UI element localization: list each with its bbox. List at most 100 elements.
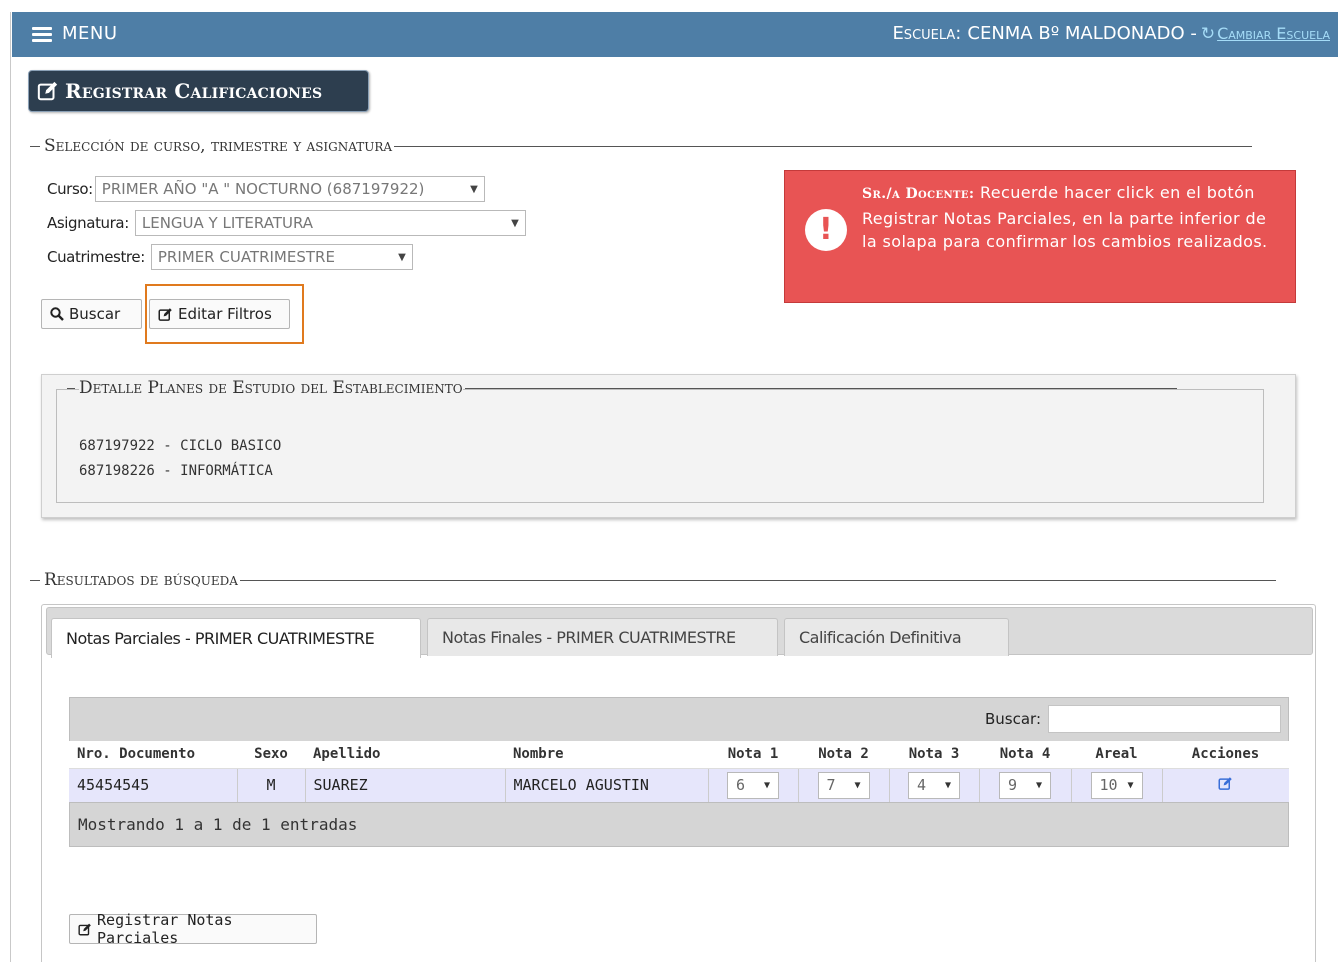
column-header[interactable]: Nombre [505,741,708,769]
cell-nota4: 9 ▼ [979,768,1072,803]
areal-value: 10 [1099,775,1118,794]
results-legend-text: Resultados de búsqueda [44,570,238,590]
edit-icon [37,81,58,101]
cell-nota2: 7 ▼ [798,768,890,803]
results-table-wrapper: Buscar: Nro. Documento Sexo Apellido Nom… [69,697,1289,847]
asignatura-label: Asignatura: [47,214,129,232]
results-legend: Resultados de búsqueda [30,570,1276,590]
chevron-down-icon: ▼ [1035,779,1042,791]
top-navbar: MENU Escuela: CENMA Bº MALDONADO - ↻ Cam… [12,12,1338,57]
curso-select[interactable]: PRIMER AÑO "A " NOCTURNO (687197922) ▼ [94,176,485,202]
tab-calificacion-definitiva[interactable]: Calificación Definitiva [784,618,1009,656]
asignatura-select-value: LENGUA Y LITERATURA [141,214,314,232]
results-panel: Notas Parciales - PRIMER CUATRIMESTRE No… [41,604,1316,962]
tab-label: Calificación Definitiva [799,628,962,647]
tab-notas-parciales[interactable]: Notas Parciales - PRIMER CUATRIMESTRE [51,618,421,658]
selection-legend: Selección de curso, trimestre y asignatu… [30,136,1253,156]
column-header[interactable]: Nro. Documento [69,741,237,769]
cell-nota3: 4 ▼ [889,768,980,803]
asignatura-row: Asignatura: LENGUA Y LITERATURA ▼ [47,210,526,236]
alert-title: Sr./a Docente: [862,186,975,202]
highlight-frame [145,284,304,344]
plan-item: 687197922 - CICLO BASICO [79,438,282,454]
table-footer: Mostrando 1 a 1 de 1 entradas [69,802,1289,847]
cell-sexo: M [237,768,306,803]
chevron-down-icon: ▼ [763,779,770,791]
search-icon [50,307,64,321]
page-title: Registrar Calificaciones [28,70,369,112]
plans-legend: Detalle Planes de Estudio del Establecim… [67,378,1177,398]
registrar-notas-parciales-button[interactable]: Registrar Notas Parciales [69,911,317,947]
cuatrimestre-label: Cuatrimestre: [47,248,145,266]
cell-apellido: SUAREZ [305,768,506,803]
docente-alert: ! Sr./a Docente: Recuerde hacer click en… [784,170,1296,303]
school-name: CENMA Bº MALDONADO - [967,23,1197,44]
column-header[interactable]: Nota 1 [708,741,798,769]
nota3-value: 4 [917,775,927,794]
cell-acciones [1162,768,1289,803]
edit-icon[interactable] [1218,776,1233,791]
plans-panel: Detalle Planes de Estudio del Establecim… [41,374,1296,518]
nota3-select[interactable]: 4 ▼ [908,771,960,799]
column-header[interactable]: Apellido [305,741,505,769]
areal-select[interactable]: 10 ▼ [1090,771,1143,799]
nota4-value: 9 [1008,775,1018,794]
buscar-label: Buscar [69,305,121,323]
cuatrimestre-select-value: PRIMER CUATRIMESTRE [157,248,335,266]
tab-label: Notas Finales - PRIMER CUATRIMESTRE [442,628,736,647]
nota2-value: 7 [826,775,836,794]
hamburger-icon [32,26,52,42]
column-header[interactable]: Nota 3 [889,741,979,769]
tab-notas-finales[interactable]: Notas Finales - PRIMER CUATRIMESTRE [427,618,778,656]
column-header: Acciones [1162,741,1289,769]
plan-item: 687198226 - INFORMÁTICA [79,463,273,479]
table-toolbar: Buscar: [69,697,1289,741]
tab-bar: Notas Parciales - PRIMER CUATRIMESTRE No… [46,607,1313,658]
school-label: Escuela: [892,23,962,44]
cell-nota1: 6 ▼ [708,768,799,803]
cuatrimestre-row: Cuatrimestre: PRIMER CUATRIMESTRE ▼ [47,244,413,270]
curso-select-value: PRIMER AÑO "A " NOCTURNO (687197922) [101,180,425,198]
school-info: Escuela: CENMA Bº MALDONADO - ↻ Cambiar … [892,23,1330,44]
refresh-icon[interactable]: ↻ [1201,24,1215,44]
chevron-down-icon: ▼ [854,779,861,791]
menu-button[interactable]: MENU [32,23,118,44]
nota1-select[interactable]: 6 ▼ [727,771,779,799]
table-search-label: Buscar: [985,710,1042,728]
column-header[interactable]: Nota 4 [979,741,1071,769]
chevron-down-icon: ▼ [398,251,406,263]
cuatrimestre-select[interactable]: PRIMER CUATRIMESTRE ▼ [150,244,413,270]
column-header[interactable]: Nota 2 [798,741,889,769]
asignatura-select[interactable]: LENGUA Y LITERATURA ▼ [134,210,526,236]
table-row: 45454545 M SUAREZ MARCELO AGUSTIN 6 ▼ 7 ▼ … [69,768,1289,803]
tab-label: Notas Parciales - PRIMER CUATRIMESTRE [66,629,375,648]
plans-legend-text: Detalle Planes de Estudio del Establecim… [79,378,463,398]
plans-fieldset: Detalle Planes de Estudio del Establecim… [56,378,1264,503]
chevron-down-icon: ▼ [944,779,951,791]
chevron-down-icon: ▼ [511,217,519,229]
cell-nombre: MARCELO AGUSTIN [505,768,709,803]
buscar-button[interactable]: Buscar [41,299,142,329]
change-school-link[interactable]: Cambiar Escuela [1217,24,1330,43]
registrar-button-label: Registrar Notas Parciales [97,911,233,947]
cell-areal: 10 ▼ [1071,768,1163,803]
table-header-row: Nro. Documento Sexo Apellido Nombre Nota… [69,741,1289,769]
page-title-text: Registrar Calificaciones [65,79,323,103]
menu-label: MENU [62,23,118,44]
chevron-down-icon: ▼ [1127,779,1134,791]
page-left-edge [10,12,11,962]
nota4-select[interactable]: 9 ▼ [999,771,1051,799]
curso-label: Curso: [47,180,93,198]
edit-icon [78,923,91,935]
nota1-value: 6 [736,775,746,794]
exclamation-icon: ! [805,209,847,251]
chevron-down-icon: ▼ [470,183,478,195]
table-search-input[interactable] [1048,705,1281,733]
column-header[interactable]: Sexo [237,741,305,769]
results-table: Nro. Documento Sexo Apellido Nombre Nota… [69,741,1289,803]
nota2-select[interactable]: 7 ▼ [817,771,870,799]
selection-legend-text: Selección de curso, trimestre y asignatu… [44,136,393,156]
column-header[interactable]: Areal [1071,741,1162,769]
curso-row: Curso: PRIMER AÑO "A " NOCTURNO (6871979… [47,176,485,202]
cell-documento: 45454545 [69,768,238,803]
